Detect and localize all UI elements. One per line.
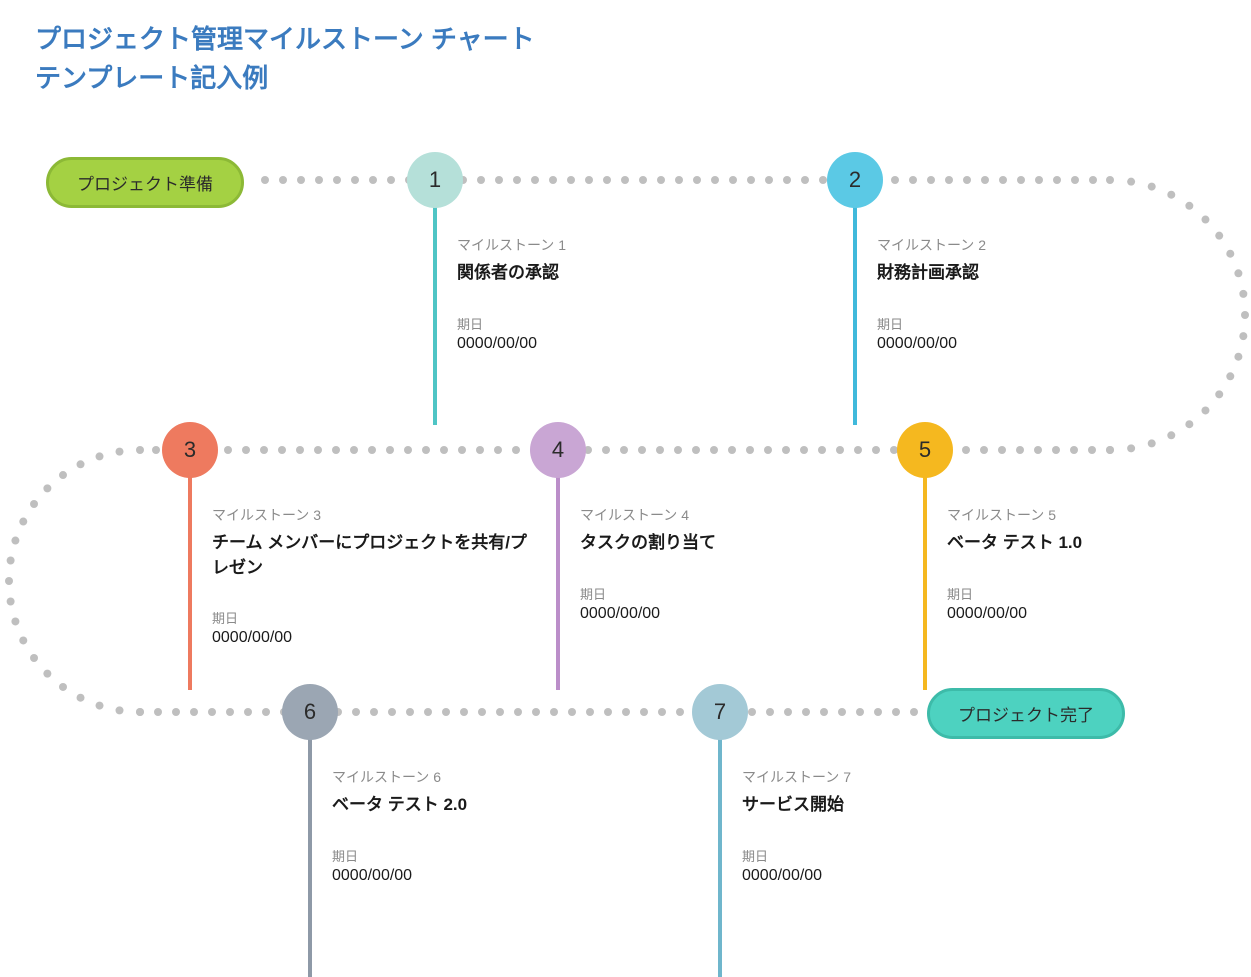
milestone-date: 0000/00/00 <box>877 335 1197 353</box>
milestone-marker-3: 3 <box>162 422 218 478</box>
milestone-details-4: マイルストーン 4 タスクの割り当て期日 0000/00/00 <box>580 505 900 623</box>
milestone-marker-6: 6 <box>282 684 338 740</box>
milestone-label: マイルストーン 3 <box>212 505 532 525</box>
milestone-label: マイルストーン 5 <box>947 505 1251 525</box>
milestone-stem <box>853 200 857 425</box>
end-pill: プロジェクト完了 <box>927 688 1125 739</box>
milestone-date: 0000/00/00 <box>947 605 1251 623</box>
milestone-date-label: 期日 <box>580 584 900 603</box>
milestone-details-3: マイルストーン 3 チーム メンバーにプロジェクトを共有/プレゼン期日 0000/0… <box>212 505 532 647</box>
milestone-title: チーム メンバーにプロジェクトを共有/プレゼン <box>212 531 532 580</box>
milestone-number: 2 <box>849 167 861 193</box>
milestone-date-label: 期日 <box>457 314 777 333</box>
milestone-number: 4 <box>552 437 564 463</box>
milestone-label: マイルストーン 1 <box>457 235 777 255</box>
milestone-stem <box>718 732 722 977</box>
milestone-date: 0000/00/00 <box>332 867 652 885</box>
milestone-number: 5 <box>919 437 931 463</box>
milestone-stem <box>433 200 437 425</box>
milestone-marker-4: 4 <box>530 422 586 478</box>
milestone-title: サービス開始 <box>742 793 1062 818</box>
milestone-stem <box>308 732 312 977</box>
milestone-number: 7 <box>714 699 726 725</box>
start-pill: プロジェクト準備 <box>46 157 244 208</box>
milestone-details-6: マイルストーン 6 ベータ テスト 2.0 期日 0000/00/00 <box>332 767 652 885</box>
milestone-marker-2: 2 <box>827 152 883 208</box>
milestone-number: 6 <box>304 699 316 725</box>
milestone-date-label: 期日 <box>947 584 1251 603</box>
milestone-marker-1: 1 <box>407 152 463 208</box>
milestone-stem <box>556 470 560 690</box>
milestone-label: マイルストーン 6 <box>332 767 652 787</box>
milestone-label: マイルストーン 2 <box>877 235 1197 255</box>
milestone-number: 3 <box>184 437 196 463</box>
milestone-label: マイルストーン 4 <box>580 505 900 525</box>
milestone-stem <box>188 470 192 690</box>
milestone-title: ベータ テスト 1.0 <box>947 531 1251 556</box>
milestone-title: 関係者の承認 <box>457 261 777 286</box>
milestone-date-label: 期日 <box>877 314 1197 333</box>
milestone-number: 1 <box>429 167 441 193</box>
milestone-marker-5: 5 <box>897 422 953 478</box>
milestone-details-1: マイルストーン 1 関係者の承認期日 0000/00/00 <box>457 235 777 353</box>
milestone-label: マイルストーン 7 <box>742 767 1062 787</box>
milestone-date: 0000/00/00 <box>742 867 1062 885</box>
milestone-marker-7: 7 <box>692 684 748 740</box>
milestone-details-7: マイルストーン 7 サービス開始期日 0000/00/00 <box>742 767 1062 885</box>
milestone-details-5: マイルストーン 5 ベータ テスト 1.0 期日 0000/00/00 <box>947 505 1251 623</box>
milestone-title: タスクの割り当て <box>580 531 900 556</box>
milestone-title: ベータ テスト 2.0 <box>332 793 652 818</box>
milestone-date-label: 期日 <box>212 608 532 627</box>
milestone-details-2: マイルストーン 2 財務計画承認期日 0000/00/00 <box>877 235 1197 353</box>
milestone-date: 0000/00/00 <box>212 629 532 647</box>
milestone-date: 0000/00/00 <box>457 335 777 353</box>
milestone-date-label: 期日 <box>332 846 652 865</box>
milestone-date-label: 期日 <box>742 846 1062 865</box>
milestone-title: 財務計画承認 <box>877 261 1197 286</box>
milestone-stem <box>923 470 927 690</box>
milestone-date: 0000/00/00 <box>580 605 900 623</box>
